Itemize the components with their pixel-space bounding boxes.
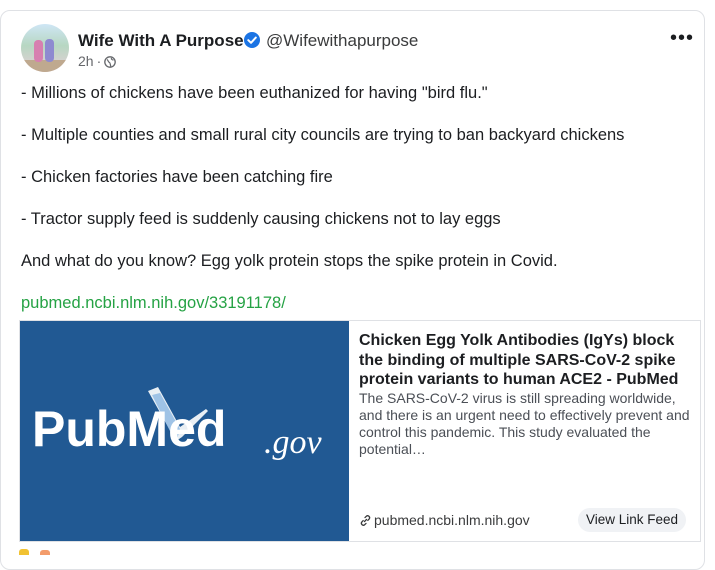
- view-link-feed-button[interactable]: View Link Feed: [578, 508, 686, 532]
- post-text-line-1: - Millions of chickens have been euthani…: [21, 84, 488, 102]
- reaction-icon-2: [40, 550, 50, 555]
- post-link[interactable]: pubmed.ncbi.nlm.nih.gov/33191178/: [21, 294, 286, 313]
- post-text-line-5: And what do you know? Egg yolk protein s…: [21, 252, 558, 270]
- post-text-line-4: - Tractor supply feed is suddenly causin…: [21, 210, 501, 228]
- verified-check-icon: [244, 32, 260, 48]
- post-text-line-2: - Multiple counties and small rural city…: [21, 126, 625, 144]
- meta-separator: ·: [96, 53, 102, 69]
- pubmed-logo-suffix: .gov: [264, 424, 323, 461]
- preview-domain: pubmed.ncbi.nlm.nih.gov: [359, 512, 530, 528]
- pubmed-logo: PubMed .gov: [32, 387, 323, 461]
- more-dots-icon[interactable]: •••: [670, 28, 694, 52]
- link-icon: [360, 515, 371, 526]
- post-time[interactable]: 2h: [78, 53, 94, 69]
- pubmed-logo-text: PubMed: [32, 401, 226, 457]
- preview-domain-text: pubmed.ncbi.nlm.nih.gov: [374, 512, 530, 528]
- link-preview-card[interactable]: PubMed .gov Chicken Egg Yolk Antibodies …: [19, 320, 701, 542]
- author-avatar[interactable]: [21, 24, 69, 72]
- post-text-line-3: - Chicken factories have been catching f…: [21, 168, 333, 186]
- preview-title[interactable]: Chicken Egg Yolk Antibodies (IgYs) block…: [359, 331, 689, 390]
- globe-icon: [104, 56, 117, 68]
- author-name[interactable]: Wife With A Purpose: [78, 31, 244, 51]
- post-meta: 2h ·: [78, 53, 117, 69]
- reaction-icon: [19, 549, 29, 555]
- pubmed-logo-image[interactable]: PubMed .gov: [20, 321, 349, 541]
- author-handle[interactable]: @Wifewithapurpose: [266, 31, 418, 51]
- preview-description: The SARS-CoV-2 virus is still spreading …: [359, 390, 690, 457]
